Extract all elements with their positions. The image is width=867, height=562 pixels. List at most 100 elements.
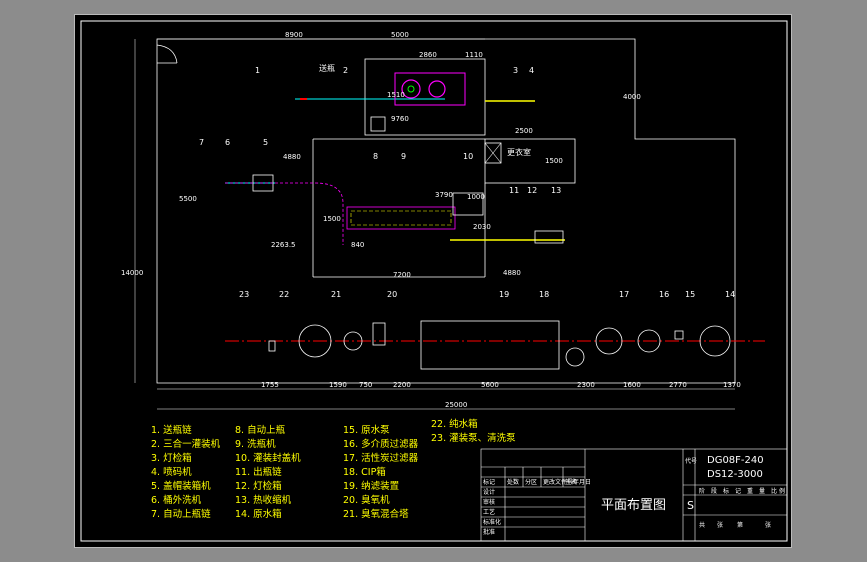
legend-item: 12. 灯检箱	[235, 480, 282, 492]
callout-20: 20	[387, 290, 397, 299]
sheet-marker: S	[687, 499, 694, 512]
callout-8: 8	[373, 152, 378, 161]
callout-5: 5	[263, 138, 268, 147]
tb-role: 标准化	[483, 518, 501, 526]
dim-top-4: 1110	[465, 51, 483, 59]
stage-header: 重	[747, 487, 753, 495]
callout-19: 19	[499, 290, 509, 299]
dim-bottom-3: 750	[359, 381, 372, 389]
dim-top-2: 5000	[391, 31, 409, 39]
legend-item: 21. 臭氧混合塔	[343, 508, 409, 520]
stage-header: 标	[723, 487, 729, 495]
callout-7: 7	[199, 138, 204, 147]
stage-header: 例	[779, 487, 785, 495]
legend-item: 13. 热收缩机	[235, 494, 292, 506]
dim-mid-7: 840	[351, 241, 364, 249]
callout-4: 4	[529, 66, 534, 75]
legend-item: 9. 洗瓶机	[235, 438, 276, 450]
dim-mid-6: 1500	[323, 215, 341, 223]
callout-22: 22	[279, 290, 289, 299]
drawing-title: 平面布置图	[601, 498, 666, 513]
legend-item: 8. 自动上瓶	[235, 424, 286, 436]
tb-role: 工艺	[483, 508, 495, 516]
tb-role: 审核	[483, 498, 495, 506]
tb-role: 批准	[483, 528, 495, 536]
conveyor-label: 送瓶	[319, 63, 335, 73]
legend-item: 22. 纯水箱	[431, 418, 478, 430]
callout-12: 12	[527, 186, 537, 195]
dim-mid-9: 7200	[393, 271, 411, 279]
dim-bottom-8: 2770	[669, 381, 687, 389]
dim-left-total: 14000	[121, 269, 143, 277]
callout-3: 3	[513, 66, 518, 75]
legend: 1. 送瓶链 2. 三合一灌装机 3. 灯检箱 4. 喷码机 5. 盖帽装箱机 …	[151, 418, 516, 520]
dim-bottom-6: 2300	[577, 381, 595, 389]
dim-bottom-4: 2200	[393, 381, 411, 389]
legend-item: 20. 臭氧机	[343, 494, 390, 506]
dim-mid-4: 5500	[179, 195, 197, 203]
sheet-header: 张	[765, 521, 771, 529]
callouts: 1 2 3 4 5 6 7 8 9 10 11 12 13 14 15 16 1…	[199, 66, 735, 299]
dim-top-3: 2860	[419, 51, 437, 59]
legend-item: 3. 灯检箱	[151, 452, 192, 464]
dim-top-6: 9760	[391, 115, 409, 123]
legend-item: 15. 原水泵	[343, 424, 390, 436]
code-value-1: DG08F-240	[707, 455, 764, 466]
building-outline	[156, 38, 736, 384]
stage-header: 段	[711, 487, 717, 495]
dim-bottom-2: 1590	[329, 381, 347, 389]
tb-header: 处数	[507, 478, 519, 486]
tb-header: 年月日	[573, 478, 591, 486]
legend-item: 1. 送瓶链	[151, 424, 192, 436]
callout-13: 13	[551, 186, 561, 195]
callout-16: 16	[659, 290, 669, 299]
legend-item: 5. 盖帽装箱机	[151, 480, 211, 492]
legend-item: 16. 多介质过滤器	[343, 438, 419, 450]
callout-23: 23	[239, 290, 249, 299]
callout-21: 21	[331, 290, 341, 299]
legend-item: 4. 喷码机	[151, 466, 192, 478]
dim-bottom-5: 5600	[481, 381, 499, 389]
tb-role: 设计	[483, 488, 495, 496]
callout-17: 17	[619, 290, 629, 299]
code-value-2: DS12-3000	[707, 469, 763, 480]
layout-drawing: 更衣室 8900 5000 2860 1110 1510 9760 4000 2…	[80, 20, 788, 542]
legend-item: 2. 三合一灌装机	[151, 438, 221, 450]
stage-header: 量	[759, 488, 765, 495]
dim-mid-8: 2030	[473, 223, 491, 231]
dimension-lines	[134, 38, 735, 410]
sheet-header: 第	[737, 521, 743, 529]
tb-header: 标记	[483, 478, 495, 486]
stage-header: 阶	[699, 487, 705, 495]
legend-item: 11. 出瓶链	[235, 466, 282, 478]
dim-mid-3: 1000	[467, 193, 485, 201]
stage-header: 记	[735, 488, 741, 495]
callout-11: 11	[509, 186, 519, 195]
water-equipment	[268, 320, 731, 370]
dim-top-9: 1500	[545, 157, 563, 165]
callout-1: 1	[255, 66, 260, 75]
dim-top-8: 2500	[515, 127, 533, 135]
drawing-sheet: 更衣室 8900 5000 2860 1110 1510 9760 4000 2…	[74, 14, 792, 548]
callout-15: 15	[685, 290, 695, 299]
dim-mid-5: 2263.5	[271, 241, 296, 249]
callout-10: 10	[463, 152, 473, 161]
stage-header: 比	[771, 487, 777, 495]
legend-item: 18. CIP箱	[343, 466, 386, 478]
dim-bottom-7: 1600	[623, 381, 641, 389]
dim-mid-10: 4880	[503, 269, 521, 277]
dim-bottom-9: 1370	[723, 381, 741, 389]
legend-item: 14. 原水箱	[235, 508, 282, 520]
dim-top-5: 1510	[387, 91, 405, 99]
sheet-header: 张	[717, 521, 723, 529]
callout-2: 2	[343, 66, 348, 75]
code-label: 代号	[685, 457, 697, 465]
dim-mid-2: 3790	[435, 191, 453, 199]
legend-item: 10. 灌装封盖机	[235, 452, 301, 464]
legend-item: 17. 活性炭过滤器	[343, 452, 419, 464]
sheet-header: 共	[699, 521, 705, 529]
callout-14: 14	[725, 290, 735, 299]
dim-top-7: 4000	[623, 93, 641, 101]
legend-item: 23. 灌装泵、清洗泵	[431, 432, 516, 444]
dim-top-1: 8900	[285, 31, 303, 39]
